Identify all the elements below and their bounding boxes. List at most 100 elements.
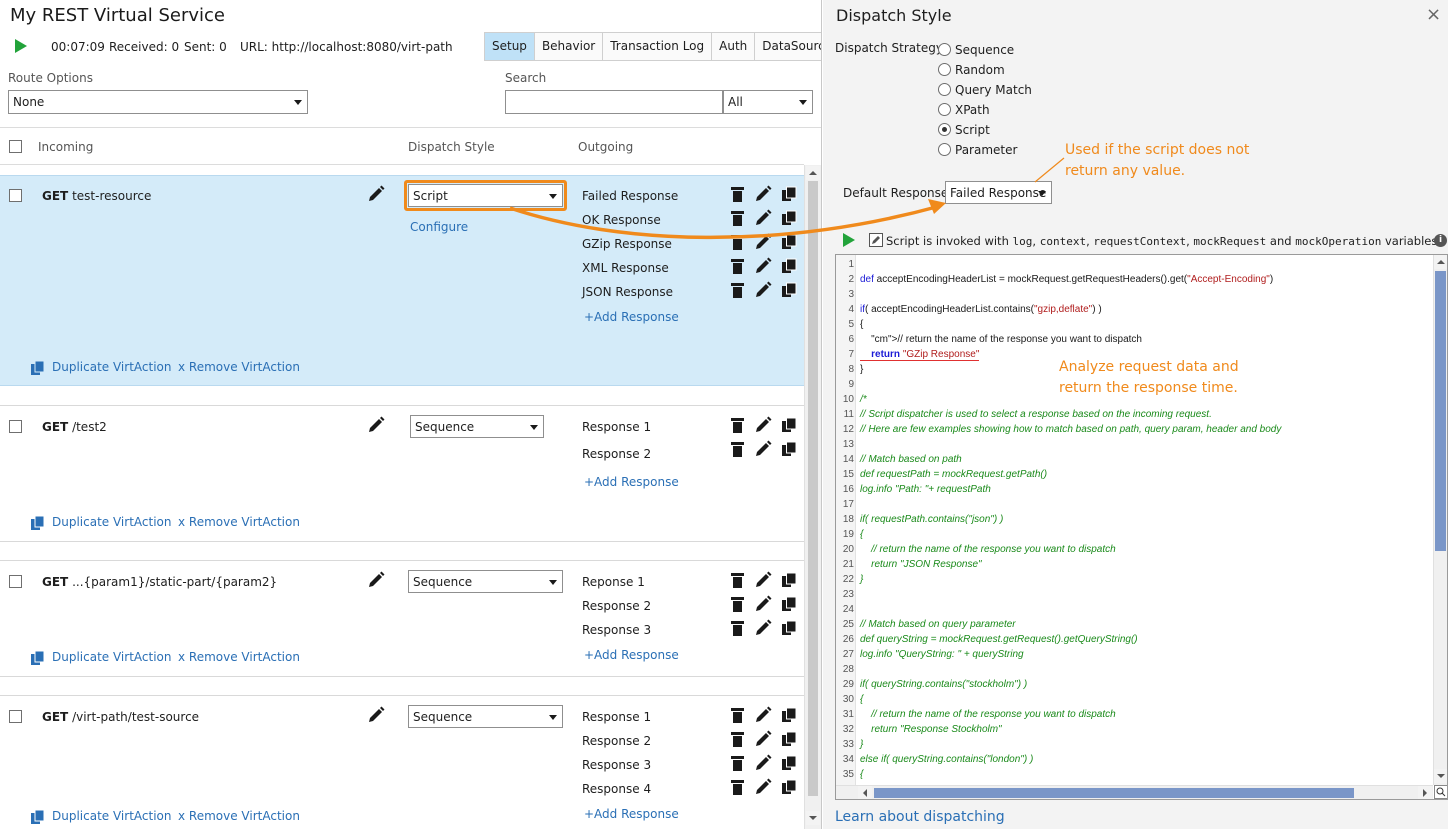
duplicate-virtaction-link[interactable]: Duplicate VirtAction — [52, 650, 171, 664]
response-name[interactable]: Response 3 — [582, 758, 651, 772]
add-response-link[interactable]: +Add Response — [584, 648, 679, 662]
radio-label-parameter[interactable]: Parameter — [955, 143, 1017, 157]
edit-response-icon[interactable] — [754, 706, 772, 724]
edit-response-icon[interactable] — [754, 778, 772, 796]
response-name[interactable]: XML Response — [582, 261, 669, 275]
editor-hscrollbar-thumb[interactable] — [874, 788, 1354, 798]
delete-response-icon[interactable] — [731, 186, 744, 202]
delete-response-icon[interactable] — [731, 620, 744, 636]
delete-response-icon[interactable] — [731, 441, 744, 457]
edit-route-icon[interactable] — [367, 416, 385, 434]
delete-response-icon[interactable] — [731, 234, 744, 250]
response-name[interactable]: Response 3 — [582, 623, 651, 637]
add-response-link[interactable]: +Add Response — [584, 475, 679, 489]
tab-setup[interactable]: Setup — [485, 33, 535, 60]
script-edit-icon[interactable] — [869, 233, 883, 247]
duplicate-icon[interactable] — [30, 515, 46, 531]
copy-response-icon[interactable] — [781, 779, 797, 795]
tab-auth[interactable]: Auth — [712, 33, 756, 60]
edit-route-icon[interactable] — [367, 706, 385, 724]
delete-response-icon[interactable] — [731, 596, 744, 612]
edit-response-icon[interactable] — [754, 595, 772, 613]
edit-response-icon[interactable] — [754, 209, 772, 227]
route-checkbox[interactable] — [9, 575, 22, 588]
left-scrollbar-thumb[interactable] — [808, 181, 818, 796]
copy-response-icon[interactable] — [781, 620, 797, 636]
edit-response-icon[interactable] — [754, 281, 772, 299]
zoom-icon[interactable] — [1434, 785, 1447, 799]
radio-sequence[interactable] — [938, 43, 951, 56]
tab-behavior[interactable]: Behavior — [535, 33, 604, 60]
duplicate-icon[interactable] — [30, 650, 46, 666]
delete-response-icon[interactable] — [731, 210, 744, 226]
edit-response-icon[interactable] — [754, 440, 772, 458]
edit-response-icon[interactable] — [754, 571, 772, 589]
add-response-link[interactable]: +Add Response — [584, 310, 679, 324]
radio-xpath[interactable] — [938, 103, 951, 116]
radio-random[interactable] — [938, 63, 951, 76]
radio-label-script[interactable]: Script — [955, 123, 990, 137]
copy-response-icon[interactable] — [781, 417, 797, 433]
scroll-down-icon[interactable] — [1434, 769, 1447, 783]
select-all-checkbox[interactable] — [9, 140, 22, 153]
copy-response-icon[interactable] — [781, 258, 797, 274]
response-name[interactable]: Response 2 — [582, 447, 651, 461]
radio-label-query-match[interactable]: Query Match — [955, 83, 1032, 97]
editor-vscrollbar-thumb[interactable] — [1435, 271, 1446, 551]
copy-response-icon[interactable] — [781, 755, 797, 771]
delete-response-icon[interactable] — [731, 417, 744, 433]
radio-query-match[interactable] — [938, 83, 951, 96]
duplicate-virtaction-link[interactable]: Duplicate VirtAction — [52, 809, 171, 823]
default-response-select[interactable]: Failed Response — [945, 181, 1052, 204]
duplicate-icon[interactable] — [30, 360, 46, 376]
scroll-up-icon[interactable] — [1434, 255, 1447, 269]
scroll-up-icon[interactable] — [806, 166, 820, 180]
delete-response-icon[interactable] — [731, 731, 744, 747]
delete-response-icon[interactable] — [731, 258, 744, 274]
edit-response-icon[interactable] — [754, 233, 772, 251]
response-name[interactable]: Response 4 — [582, 782, 651, 796]
response-name[interactable]: JSON Response — [582, 285, 673, 299]
delete-response-icon[interactable] — [731, 779, 744, 795]
search-input[interactable] — [505, 90, 723, 114]
response-name[interactable]: OK Response — [582, 213, 661, 227]
script-editor[interactable]: 1 2 3 4 5 6 7 8 9 10 11 12 13 14 15 16 17 18 19 20 21 22 23 24 2… — [835, 254, 1448, 800]
route-card[interactable] — [0, 175, 804, 386]
edit-response-icon[interactable] — [754, 619, 772, 637]
radio-label-sequence[interactable]: Sequence — [955, 43, 1014, 57]
copy-response-icon[interactable] — [781, 210, 797, 226]
tab-transaction-log[interactable]: Transaction Log — [603, 33, 713, 60]
response-name[interactable]: Response 1 — [582, 420, 651, 434]
copy-response-icon[interactable] — [781, 441, 797, 457]
response-name[interactable]: Reponse 1 — [582, 575, 645, 589]
edit-response-icon[interactable] — [754, 416, 772, 434]
duplicate-virtaction-link[interactable]: Duplicate VirtAction — [52, 515, 171, 529]
response-name[interactable]: Response 2 — [582, 734, 651, 748]
duplicate-virtaction-link[interactable]: Duplicate VirtAction — [52, 360, 171, 374]
radio-script[interactable] — [938, 123, 951, 136]
copy-response-icon[interactable] — [781, 234, 797, 250]
editor-vscrollbar[interactable] — [1433, 255, 1447, 785]
configure-link[interactable]: Configure — [410, 220, 468, 234]
tab-datasources[interactable]: DataSources — [755, 33, 821, 60]
edit-response-icon[interactable] — [754, 730, 772, 748]
scroll-left-icon[interactable] — [858, 786, 872, 799]
route-checkbox[interactable] — [9, 710, 22, 723]
dispatch-style-select[interactable]: Script — [408, 184, 563, 207]
edit-response-icon[interactable] — [754, 257, 772, 275]
route-checkbox[interactable] — [9, 189, 22, 202]
edit-route-icon[interactable] — [367, 571, 385, 589]
play-icon[interactable] — [15, 39, 27, 53]
dispatch-style-select[interactable]: Sequence — [408, 705, 563, 728]
edit-response-icon[interactable] — [754, 754, 772, 772]
duplicate-icon[interactable] — [30, 809, 46, 825]
response-name[interactable]: Response 2 — [582, 599, 651, 613]
delete-response-icon[interactable] — [731, 282, 744, 298]
learn-dispatching-link[interactable]: Learn about dispatching — [835, 809, 1005, 825]
scroll-right-icon[interactable] — [1418, 786, 1432, 799]
search-filter-select[interactable]: All — [723, 90, 813, 114]
edit-route-icon[interactable] — [367, 185, 385, 203]
left-scrollbar[interactable] — [804, 165, 821, 829]
copy-response-icon[interactable] — [781, 731, 797, 747]
radio-label-random[interactable]: Random — [955, 63, 1005, 77]
